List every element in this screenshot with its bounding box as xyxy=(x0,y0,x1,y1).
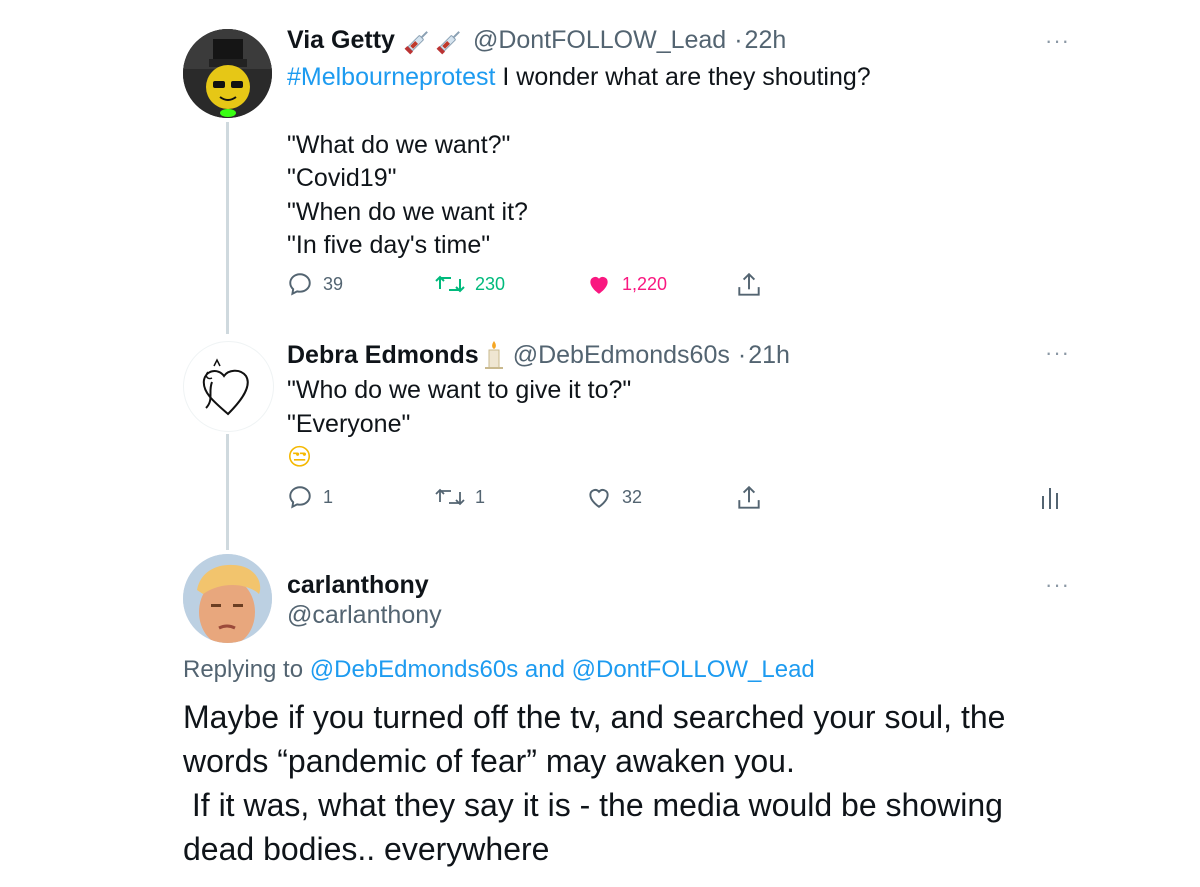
tweet1-text-rest: I wonder what are they shouting? xyxy=(495,63,871,91)
tweet1-first-line: #Melbourneprotest I wonder what are they… xyxy=(287,60,871,94)
tweet1-handle[interactable]: @DontFOLLOW_Lead xyxy=(473,26,726,55)
share-icon xyxy=(738,485,760,509)
tweet2-line-2: "Everyone" xyxy=(287,410,411,438)
reply-icon xyxy=(289,486,311,509)
tweet1-hashtag[interactable]: #Melbourneprotest xyxy=(287,63,495,91)
tweet1-like-count: 1,220 xyxy=(622,273,668,294)
tweet2-separator: · xyxy=(737,340,747,369)
avatar-heart-logo-image xyxy=(202,358,249,416)
tweet2-reply-count: 1 xyxy=(323,486,334,507)
tweet3-handle[interactable]: @carlanthony xyxy=(287,601,442,630)
avatar-portrait-image xyxy=(183,554,272,643)
syringe-icon xyxy=(403,27,465,55)
reply-icon xyxy=(289,273,311,296)
tweet2-like-button[interactable]: 32 xyxy=(586,484,642,510)
tweet1-line-3: "When do we want it? xyxy=(287,198,528,226)
avatar-lego-figure-image xyxy=(183,29,272,118)
tweet3-line-1: Maybe if you turned off the tv, and sear… xyxy=(183,699,1006,735)
replying-to-prefix: Replying to xyxy=(183,656,310,683)
tweet2-reply-button[interactable]: 1 xyxy=(287,484,333,510)
analytics-icon xyxy=(1042,488,1058,509)
candle-icon xyxy=(484,341,503,369)
tweet1-reply-button[interactable]: 39 xyxy=(287,271,343,297)
tweet2-line-1: "Who do we want to give it to?" xyxy=(287,376,632,404)
like-icon xyxy=(590,276,608,294)
replying-to-mention-1[interactable]: @DebEdmonds60s xyxy=(310,656,518,683)
thread-line-2 xyxy=(226,434,229,550)
tweet3-more-icon[interactable]: ··· xyxy=(1045,572,1070,598)
retweet-icon xyxy=(435,275,465,293)
tweet2-author-name[interactable]: Debra Edmonds xyxy=(287,341,479,370)
tweet1-like-button[interactable]: 1,220 xyxy=(586,271,667,297)
tweet3-line-4: dead bodies.. everywhere xyxy=(183,831,550,867)
tweet2-retweet-button[interactable]: 1 xyxy=(435,484,485,510)
tweet2-timestamp[interactable]: 21h xyxy=(748,341,790,370)
tweet1-reply-count: 39 xyxy=(323,273,344,294)
share-icon xyxy=(738,272,760,296)
tweet2-more-icon[interactable]: ··· xyxy=(1045,340,1070,366)
like-icon xyxy=(589,489,609,508)
tweet2-like-count: 32 xyxy=(622,486,643,507)
tweet1-retweet-count: 230 xyxy=(475,273,506,294)
retweet-icon xyxy=(435,488,465,506)
tweet3-author-name[interactable]: carlanthony xyxy=(287,571,429,600)
tweet1-line-1: "What do we want?" xyxy=(287,131,511,159)
tweet3-replying-to: Replying to @DebEdmonds60s and @DontFOLL… xyxy=(183,656,815,684)
tweet3-line-3: If it was, what they say it is - the med… xyxy=(183,787,1003,823)
tweet1-line-4: "In five day's time" xyxy=(287,231,491,259)
tweet2-header: Debra Edmonds @DebEdmonds60s · 21h xyxy=(287,340,790,370)
tweet1-share-button[interactable] xyxy=(736,271,762,299)
tweet1-more-icon[interactable]: ··· xyxy=(1045,28,1070,54)
avatar-via-getty[interactable] xyxy=(183,29,272,118)
tweet1-timestamp[interactable]: 22h xyxy=(745,26,787,55)
avatar-debra-edmonds[interactable] xyxy=(183,341,274,432)
thread-line-1 xyxy=(226,122,229,334)
avatar-carlanthony[interactable] xyxy=(183,554,272,643)
tweet2-analytics-button[interactable] xyxy=(1041,486,1059,510)
tweet1-retweet-button[interactable]: 230 xyxy=(435,271,505,297)
tweet2-emoji: 😒 xyxy=(287,443,313,471)
tweet2-share-button[interactable] xyxy=(736,484,762,512)
tweet1-line-2: "Covid19" xyxy=(287,164,397,192)
replying-to-mention-2[interactable]: @DontFOLLOW_Lead xyxy=(572,656,815,683)
replying-to-and: and xyxy=(518,656,572,683)
tweet1-author-name[interactable]: Via Getty xyxy=(287,26,395,55)
tweet1-header: Via Getty @DontFOLLOW_Lead · 22h xyxy=(287,26,786,55)
tweet2-handle[interactable]: @DebEdmonds60s xyxy=(513,341,730,370)
tweet1-separator: · xyxy=(734,26,743,54)
tweet3-line-2: words “pandemic of fear” may awaken you. xyxy=(183,743,795,779)
tweet2-retweet-count: 1 xyxy=(475,486,486,507)
